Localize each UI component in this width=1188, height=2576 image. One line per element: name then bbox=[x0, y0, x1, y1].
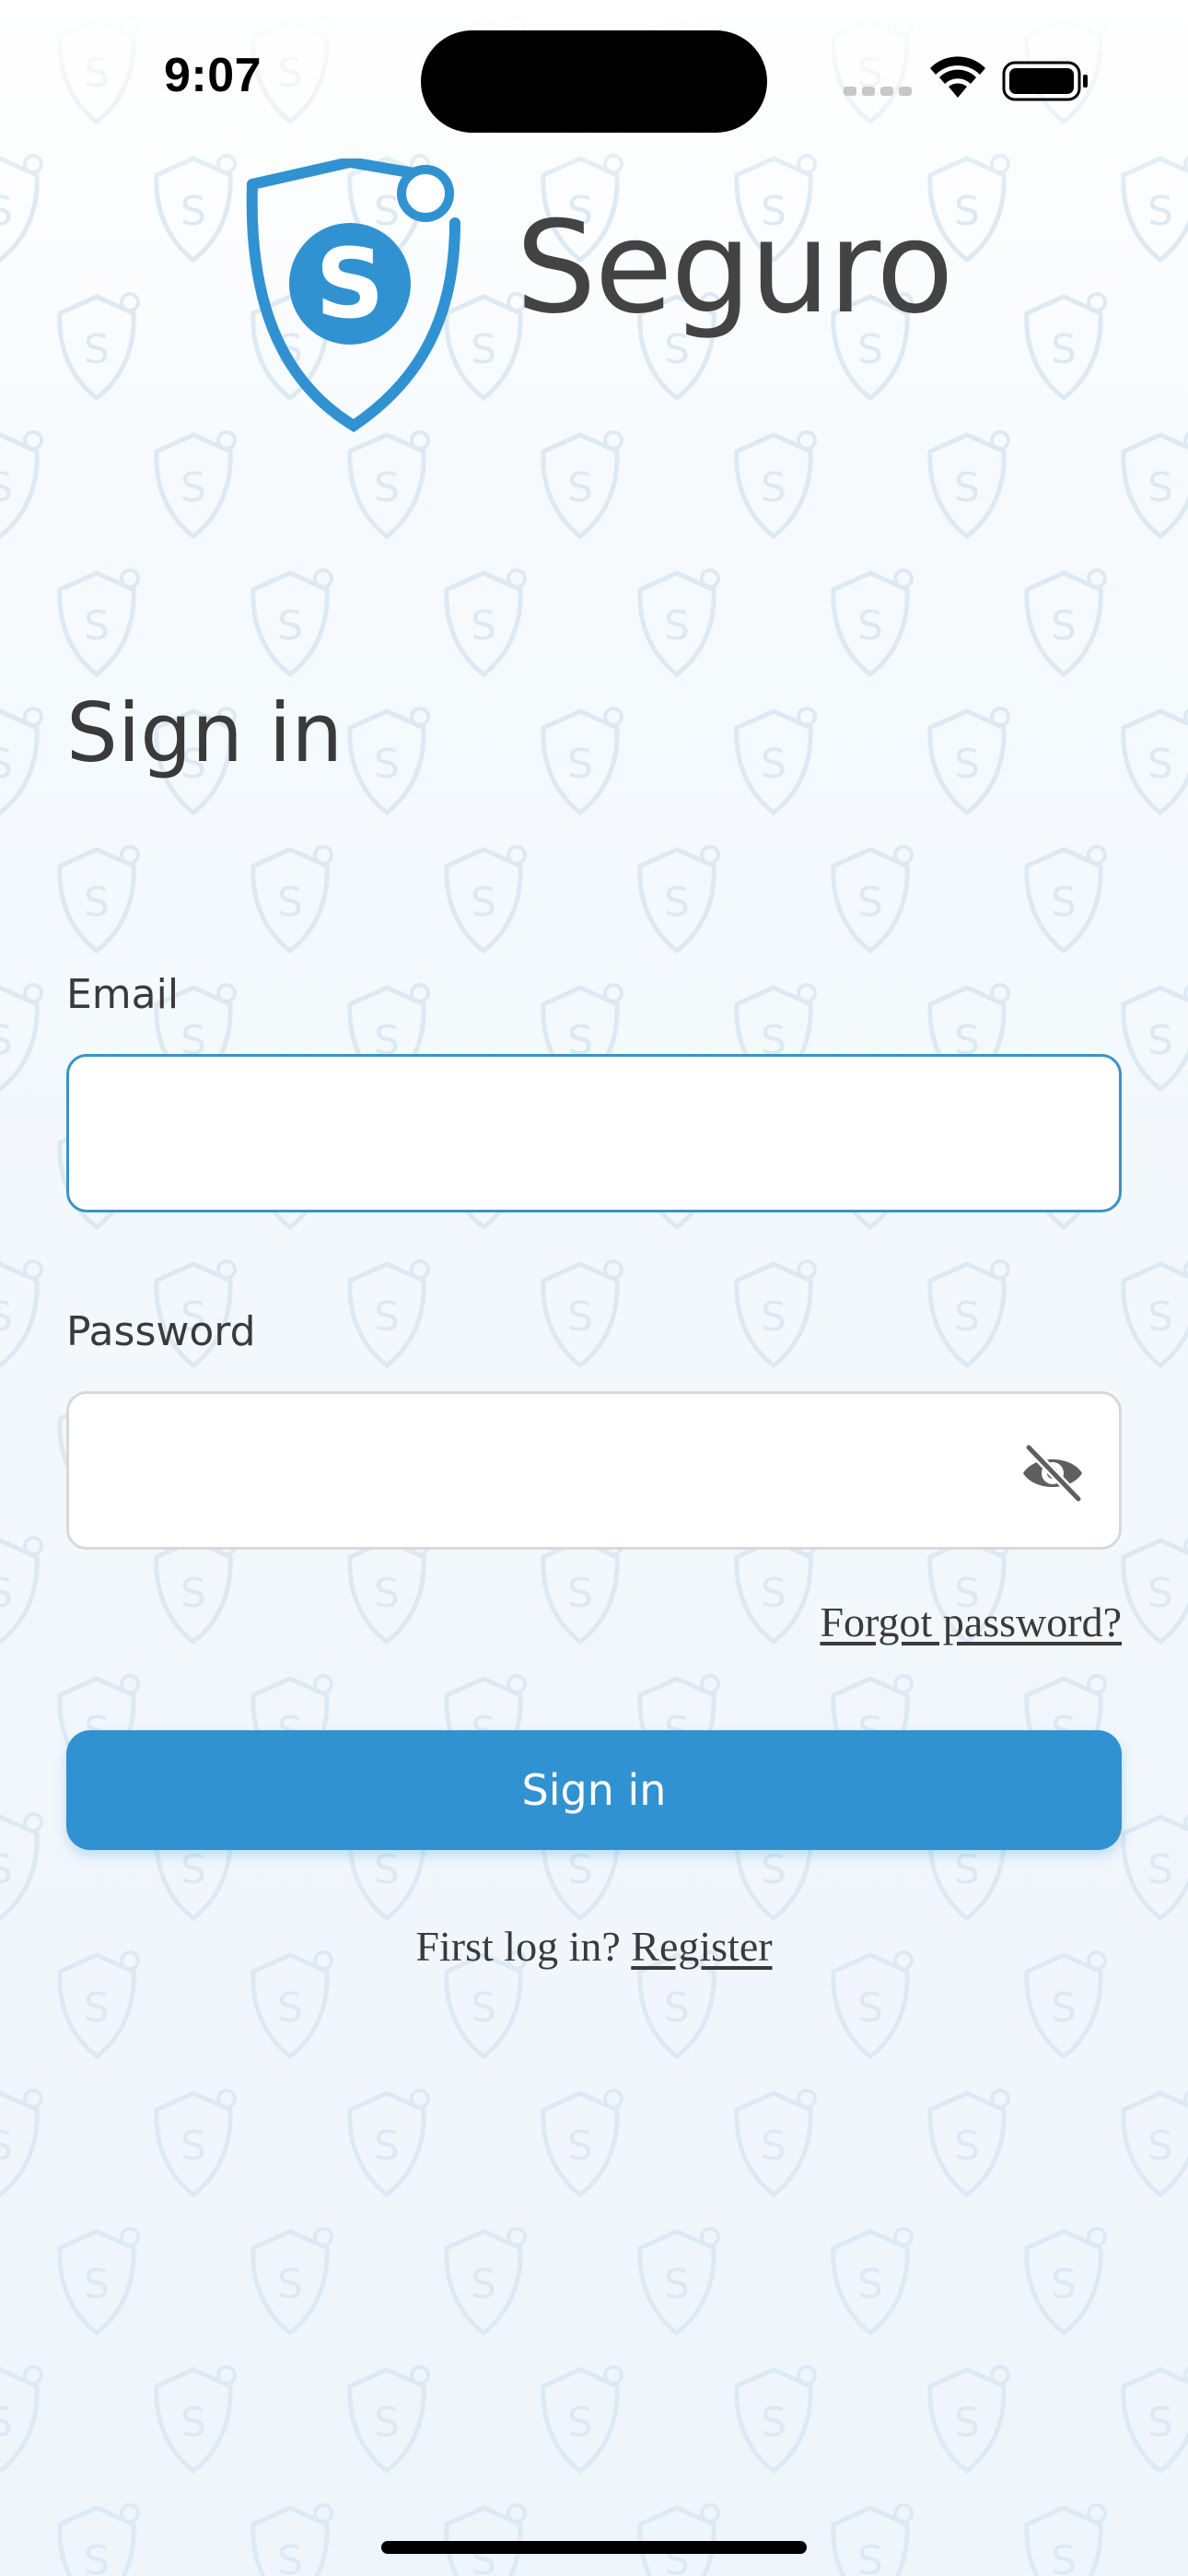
logo-letter: S bbox=[316, 228, 385, 340]
email-field-container bbox=[66, 1054, 1122, 1212]
brand-name: Seguro bbox=[516, 193, 954, 342]
page-title: Sign in bbox=[66, 685, 344, 780]
forgot-password-link[interactable]: Forgot password? bbox=[820, 1598, 1122, 1646]
home-indicator[interactable] bbox=[381, 2541, 807, 2554]
status-bar-time: 9:07 bbox=[164, 49, 262, 102]
email-input[interactable] bbox=[69, 1057, 1119, 1210]
wifi-icon bbox=[930, 56, 985, 98]
register-prompt: First log in? bbox=[415, 1923, 621, 1970]
sign-in-button[interactable]: Sign in bbox=[66, 1730, 1122, 1850]
battery-icon bbox=[1002, 61, 1088, 101]
password-field-container bbox=[66, 1391, 1122, 1550]
password-input[interactable] bbox=[69, 1394, 1119, 1547]
eye-off-icon[interactable] bbox=[1019, 1440, 1086, 1506]
status-icons bbox=[844, 56, 1088, 101]
cellular-signal-icon bbox=[844, 87, 912, 96]
password-label: Password bbox=[66, 1308, 256, 1355]
dynamic-island bbox=[421, 30, 767, 133]
seguro-logo-icon: S bbox=[246, 158, 460, 433]
email-label: Email bbox=[66, 971, 180, 1018]
register-row: First log in? Register bbox=[0, 1922, 1188, 1971]
register-link[interactable]: Register bbox=[631, 1923, 772, 1970]
shield-pattern-background: S bbox=[0, 0, 1188, 2576]
